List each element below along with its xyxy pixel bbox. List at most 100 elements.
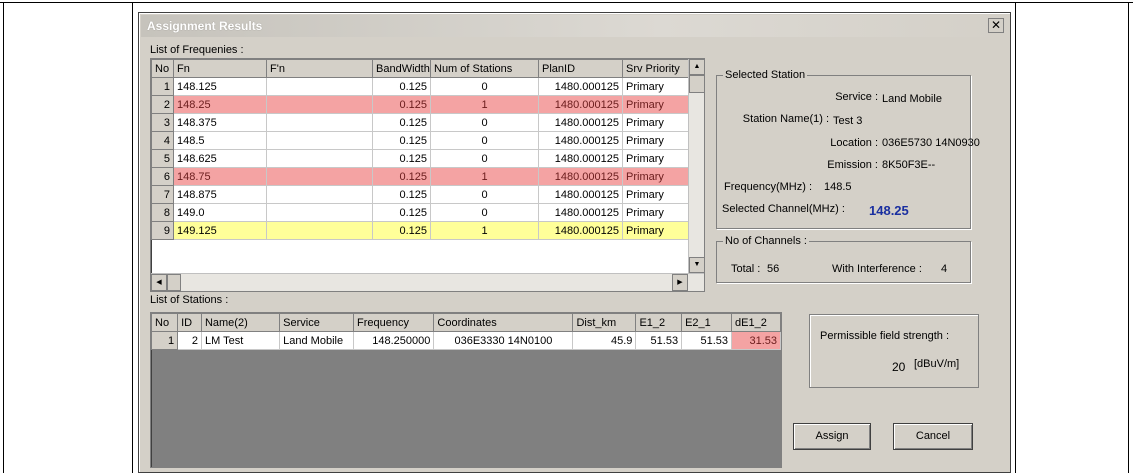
col-header-e2-1[interactable]: E2_1 (681, 313, 733, 332)
row-number: 3 (151, 113, 174, 132)
cell-planid: 1480.000125 (538, 95, 623, 114)
table-row[interactable]: 1 2 LM Test Land Mobile 148.250000 036E3… (151, 331, 781, 350)
cell-num-stations: 0 (430, 113, 539, 132)
cell-planid: 1480.000125 (538, 167, 623, 186)
cell-bandwidth: 0.125 (372, 167, 431, 186)
cell-bandwidth: 0.125 (372, 185, 431, 204)
cell-num-stations: 0 (430, 149, 539, 168)
col-header-name[interactable]: Name(2) (200, 313, 281, 332)
cell-coordinates: 036E3330 14N0100 (433, 331, 574, 350)
arrow-down-icon: ▼ (693, 261, 701, 268)
table-row[interactable]: 6 148.75 0.125 1 1480.000125 Primary (151, 167, 690, 186)
row-number: 8 (151, 203, 174, 222)
cell-bandwidth: 0.125 (372, 221, 431, 240)
col-header-fn[interactable]: Fn (173, 59, 267, 78)
cell-num-stations: 1 (430, 95, 539, 114)
cell-priority: Primary (622, 185, 690, 204)
row-number: 1 (151, 331, 179, 350)
cancel-button[interactable]: Cancel (893, 423, 973, 450)
frequencies-horizontal-scrollbar[interactable]: ◀ ▶ (151, 273, 704, 291)
selected-station-legend: Selected Station (725, 69, 806, 81)
frequencies-header-row: No Fn F'n BandWidth Num of Stations Plan… (151, 59, 690, 78)
title-bar[interactable]: Assignment Results ✕ (141, 15, 1008, 37)
col-header-no[interactable]: No (151, 59, 174, 78)
col-header-coordinates[interactable]: Coordinates (433, 313, 574, 332)
cell-bandwidth: 0.125 (372, 203, 431, 222)
scroll-up-button[interactable]: ▲ (689, 59, 704, 75)
assign-button[interactable]: Assign (793, 423, 871, 450)
cell-fn: 148.875 (173, 185, 267, 204)
emission-label: Emission : (827, 159, 878, 171)
cell-priority: Primary (622, 149, 690, 168)
cell-fn: 148.75 (173, 167, 267, 186)
col-header-e1-2[interactable]: E1_2 (635, 313, 683, 332)
selected-channel-label: Selected Channel(MHz) : (722, 203, 845, 215)
service-value: Land Mobile (882, 93, 942, 105)
cell-fn: 148.25 (173, 95, 267, 114)
cell-fn: 149.0 (173, 203, 267, 222)
cell-planid: 1480.000125 (538, 131, 623, 150)
table-row[interactable]: 2 148.25 0.125 1 1480.000125 Primary (151, 95, 690, 114)
scroll-thumb[interactable] (689, 75, 704, 93)
table-row[interactable]: 3 148.375 0.125 0 1480.000125 Primary (151, 113, 690, 132)
col-header-dist-km[interactable]: Dist_km (572, 313, 637, 332)
selected-channel-value: 148.25 (869, 203, 909, 218)
page-frame-right (1128, 2, 1129, 473)
cell-num-stations: 0 (430, 77, 539, 96)
scroll-down-button[interactable]: ▼ (689, 257, 704, 273)
cell-fn: 149.125 (173, 221, 267, 240)
page-frame-inner-right (1015, 2, 1016, 473)
frequencies-vertical-scrollbar[interactable]: ▲ ▼ (688, 59, 704, 273)
col-header-srv-priority[interactable]: Srv Priority (622, 59, 690, 78)
col-header-no[interactable]: No (151, 313, 179, 332)
cell-priority: Primary (622, 77, 690, 96)
close-button[interactable]: ✕ (988, 18, 1004, 33)
cell-planid: 1480.000125 (538, 221, 623, 240)
col-header-num-stations[interactable]: Num of Stations (430, 59, 539, 78)
col-header-bandwidth[interactable]: BandWidth (372, 59, 431, 78)
row-number: 9 (151, 221, 174, 240)
table-row[interactable]: 4 148.5 0.125 0 1480.000125 Primary (151, 131, 690, 150)
row-number: 5 (151, 149, 174, 168)
table-row[interactable]: 5 148.625 0.125 0 1480.000125 Primary (151, 149, 690, 168)
permissible-label: Permissible field strength : (820, 330, 949, 342)
emission-value: 8K50F3E-- (882, 159, 936, 171)
stations-table: No ID Name(2) Service Frequency Coordina… (151, 313, 781, 350)
table-row[interactable]: 9 149.125 0.125 1 1480.000125 Primary (151, 221, 690, 240)
row-number: 7 (151, 185, 174, 204)
stations-label: List of Stations : (150, 294, 229, 306)
arrow-right-icon: ▶ (677, 279, 683, 286)
cell-priority: Primary (622, 95, 690, 114)
station-name-label: Station Name(1) : (742, 113, 829, 125)
cell-planid: 1480.000125 (538, 203, 623, 222)
frequencies-grid[interactable]: No Fn F'n BandWidth Num of Stations Plan… (150, 58, 705, 292)
service-label: Service : (835, 91, 878, 103)
cell-fn: 148.5 (173, 131, 267, 150)
row-number: 4 (151, 131, 174, 150)
cell-bandwidth: 0.125 (372, 95, 431, 114)
col-header-id[interactable]: ID (177, 313, 202, 332)
cell-name: LM Test (200, 331, 281, 350)
cell-fpn (266, 167, 373, 186)
total-value: 56 (767, 263, 780, 275)
scroll-right-button[interactable]: ▶ (672, 274, 688, 291)
cell-bandwidth: 0.125 (372, 131, 431, 150)
cell-id: 2 (177, 331, 202, 350)
cell-num-stations: 0 (430, 185, 539, 204)
cell-num-stations: 0 (430, 131, 539, 150)
cell-planid: 1480.000125 (538, 77, 623, 96)
col-header-planid[interactable]: PlanID (538, 59, 623, 78)
table-row[interactable]: 7 148.875 0.125 0 1480.000125 Primary (151, 185, 690, 204)
col-header-frequency[interactable]: Frequency (353, 313, 435, 332)
cell-fn: 148.125 (173, 77, 267, 96)
permissible-field-strength-panel: Permissible field strength : 20 [dBuV/m] (809, 314, 979, 388)
scroll-thumb[interactable] (167, 274, 181, 291)
scroll-left-button[interactable]: ◀ (151, 274, 167, 291)
table-row[interactable]: 1 148.125 0.125 0 1480.000125 Primary (151, 77, 690, 96)
col-header-de1-2[interactable]: dE1_2 (731, 313, 781, 332)
table-row[interactable]: 8 149.0 0.125 0 1480.000125 Primary (151, 203, 690, 222)
stations-grid[interactable]: No ID Name(2) Service Frequency Coordina… (150, 312, 782, 468)
cell-num-stations: 1 (430, 221, 539, 240)
col-header-fpn[interactable]: F'n (266, 59, 373, 78)
col-header-service[interactable]: Service (279, 313, 355, 332)
